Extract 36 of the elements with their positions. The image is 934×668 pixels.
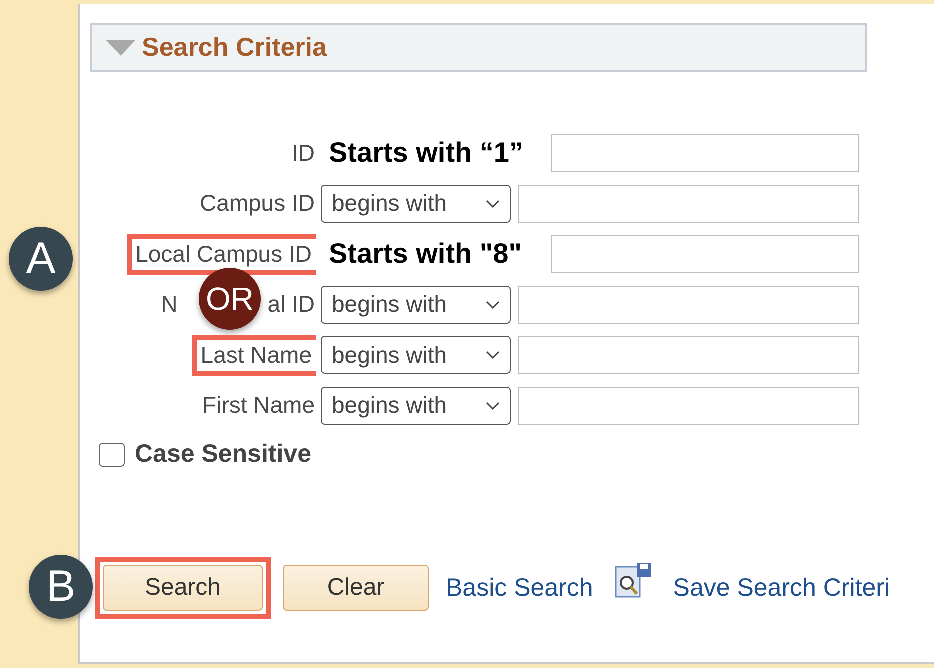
field-label: Last Name [192, 334, 316, 376]
chevron-down-icon [486, 402, 500, 410]
input-field[interactable] [551, 134, 859, 172]
action-button[interactable]: Search [103, 565, 263, 611]
field-label: Campus ID [198, 189, 316, 218]
link[interactable]: Basic Search [446, 574, 594, 602]
link[interactable]: Save Search Criteri [673, 574, 890, 602]
field-label: Local Campus ID [126, 234, 316, 275]
chevron-down-icon [486, 200, 500, 208]
magnifier-disk-icon[interactable] [613, 561, 654, 601]
annotation-text: Starts with “1” [328, 136, 524, 170]
checkbox-label: Case Sensitive [135, 440, 312, 469]
operator-dropdown[interactable]: begins with [321, 286, 511, 324]
input-field[interactable] [518, 336, 859, 374]
input-field[interactable] [551, 235, 859, 274]
chevron-down-icon [486, 351, 500, 360]
operator-dropdown[interactable]: begins with [321, 184, 511, 223]
field-label: First Name [202, 391, 316, 420]
action-button[interactable]: Clear [283, 565, 429, 611]
callout-badge: B [29, 555, 93, 619]
section-title: Search Criteria [142, 32, 327, 63]
operator-dropdown[interactable]: begins with [321, 386, 511, 425]
input-field[interactable] [518, 386, 859, 425]
checkbox[interactable] [99, 442, 125, 466]
collapse-triangle-icon [106, 40, 136, 56]
field-label: N [160, 290, 178, 320]
field-label: al ID [268, 290, 316, 320]
field-label: ID [291, 138, 316, 168]
input-field[interactable] [518, 286, 859, 324]
input-field[interactable] [518, 184, 859, 223]
annotation-text: Starts with "8" [328, 237, 524, 272]
callout-badge: OR [199, 268, 261, 330]
callout-badge: A [9, 226, 73, 291]
operator-dropdown[interactable]: begins with [321, 336, 511, 374]
chevron-down-icon [486, 300, 500, 309]
section-header[interactable]: Search Criteria [90, 23, 867, 72]
